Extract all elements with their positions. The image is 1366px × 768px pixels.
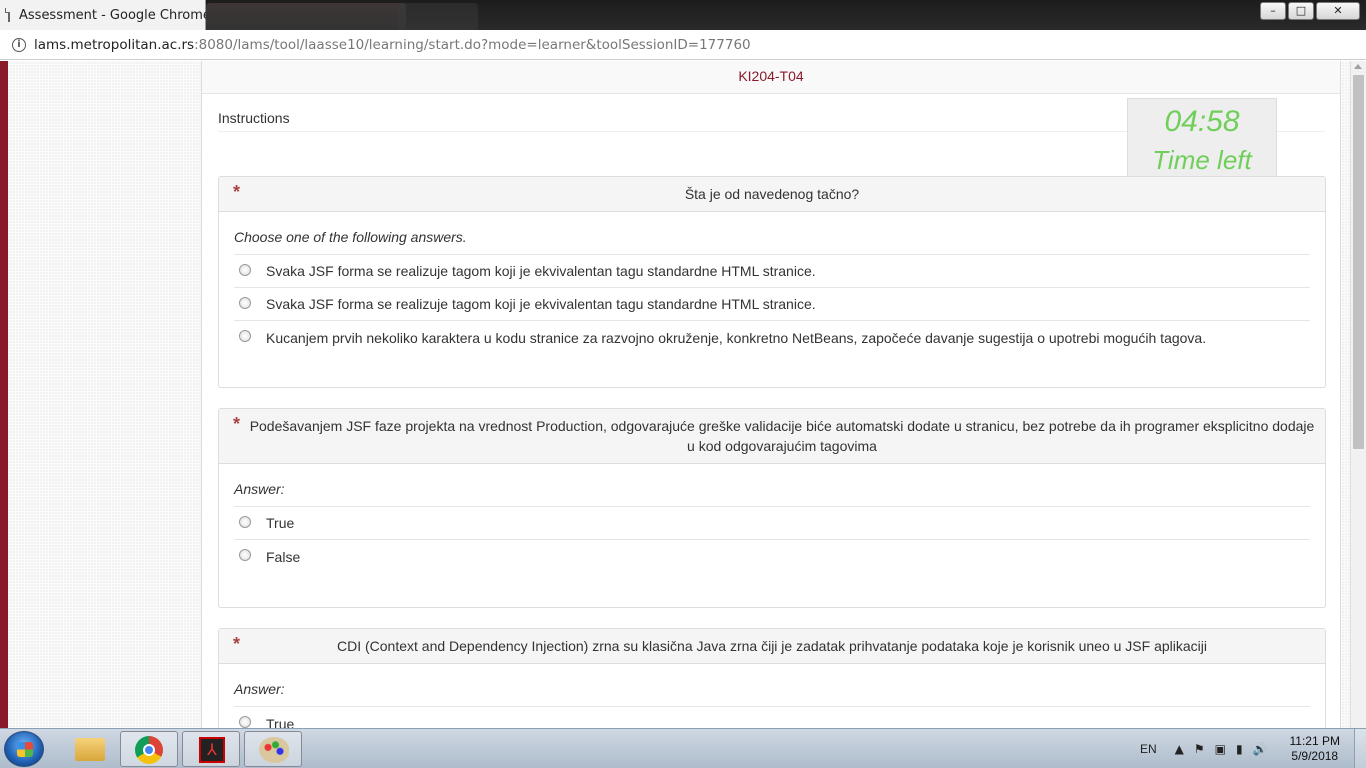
- question-card-2: * Podešavanjem JSF faze projekta na vred…: [218, 408, 1326, 608]
- system-clock[interactable]: 11:21 PM 5/9/2018: [1290, 734, 1340, 764]
- answer-option-true[interactable]: True: [234, 707, 1310, 728]
- window-controls: – □ ✕: [1260, 2, 1360, 20]
- question-header: * Podešavanjem JSF faze projekta na vred…: [219, 409, 1325, 464]
- radio-button[interactable]: [239, 515, 251, 528]
- question-card-1: * Šta je od navedenog tačno? Choose one …: [218, 176, 1326, 388]
- maximize-button[interactable]: □: [1288, 2, 1314, 20]
- answer-option-false[interactable]: False: [234, 540, 1310, 573]
- question-title: Šta je od navedenog tačno?: [684, 186, 860, 202]
- start-button[interactable]: [4, 731, 44, 767]
- timer-label: Time left: [1152, 145, 1252, 175]
- new-tab-area[interactable]: [398, 3, 478, 30]
- device-icon[interactable]: ▣: [1215, 742, 1226, 756]
- volume-icon[interactable]: 🔊: [1253, 742, 1268, 756]
- answer-option[interactable]: Svaka JSF forma se realizuje tagom koji …: [234, 288, 1310, 321]
- option-label[interactable]: True: [266, 716, 294, 729]
- browser-title-bar: Assessment - Google Chrome – □ ✕: [0, 0, 1366, 30]
- clock-time: 11:21 PM: [1289, 734, 1340, 748]
- question-hint: Choose one of the following answers.: [234, 212, 1310, 255]
- question-body: Answer: True: [219, 664, 1325, 728]
- address-bar[interactable]: i lams.metropolitan.ac.rs:8080/lams/tool…: [0, 30, 1366, 60]
- taskbar-acrobat[interactable]: ⅄: [182, 731, 240, 767]
- url-path: :8080/lams/tool/laasse10/learning/start.…: [194, 36, 751, 53]
- answer-option[interactable]: Kucanjem prvih nekoliko karaktera u kodu…: [234, 321, 1310, 354]
- left-accent-strip: [0, 61, 8, 728]
- network-signal-icon[interactable]: ▮: [1236, 742, 1243, 756]
- question-header: * Šta je od navedenog tačno?: [219, 177, 1325, 212]
- show-hidden-icons-icon[interactable]: ▲: [1175, 742, 1184, 756]
- radio-button[interactable]: [239, 263, 251, 276]
- option-label[interactable]: False: [266, 549, 300, 565]
- scroll-up-arrow-icon[interactable]: [1354, 64, 1362, 69]
- option-label[interactable]: Svaka JSF forma se realizuje tagom koji …: [266, 296, 816, 312]
- question-hint: Answer:: [234, 464, 1310, 507]
- question-hint: Answer:: [234, 664, 1310, 707]
- radio-button[interactable]: [239, 549, 251, 561]
- info-icon[interactable]: i: [12, 37, 26, 52]
- radio-button[interactable]: [239, 296, 251, 309]
- radio-button[interactable]: [239, 716, 251, 728]
- required-asterisk: *: [233, 634, 241, 654]
- scrollbar-thumb[interactable]: [1353, 75, 1364, 449]
- question-body: Choose one of the following answers. Sva…: [219, 212, 1325, 354]
- question-header: * CDI (Context and Dependency Injection)…: [219, 629, 1325, 664]
- question-title: Podešavanjem JSF faze projekta na vredno…: [249, 418, 1315, 454]
- option-label[interactable]: Kucanjem prvih nekoliko karaktera u kodu…: [266, 330, 1206, 346]
- minimize-button[interactable]: –: [1260, 2, 1286, 20]
- tab-title: Assessment - Google Chrome: [19, 7, 211, 23]
- page-title: KI204-T04: [202, 61, 1340, 94]
- vertical-scrollbar[interactable]: [1350, 61, 1366, 728]
- url-text[interactable]: lams.metropolitan.ac.rs:8080/lams/tool/l…: [34, 37, 751, 53]
- windows-taskbar: ⅄ EN ▲ ⚑ ▣ ▮ 🔊 11:21 PM 5/9/2018: [0, 728, 1366, 768]
- folder-icon: [75, 738, 105, 761]
- option-label[interactable]: True: [266, 515, 294, 531]
- document-icon: [5, 8, 10, 22]
- question-card-3: * CDI (Context and Dependency Injection)…: [218, 628, 1326, 728]
- taskbar-explorer[interactable]: [60, 731, 118, 767]
- answer-option-true[interactable]: True: [234, 507, 1310, 540]
- answer-option[interactable]: Svaka JSF forma se realizuje tagom koji …: [234, 255, 1310, 288]
- acrobat-icon: ⅄: [199, 737, 225, 763]
- page-viewport: KI204-T04 Instructions 04:58 Time left *…: [0, 61, 1366, 728]
- chrome-icon: [135, 736, 163, 764]
- option-label[interactable]: Svaka JSF forma se realizuje tagom koji …: [266, 263, 816, 279]
- question-title: CDI (Context and Dependency Injection) z…: [336, 638, 1207, 654]
- url-host: lams.metropolitan.ac.rs: [34, 36, 195, 53]
- action-center-flag-icon[interactable]: ⚑: [1194, 742, 1205, 756]
- browser-tab-active[interactable]: Assessment - Google Chrome: [0, 0, 211, 30]
- taskbar-chrome[interactable]: [120, 731, 178, 767]
- radio-button[interactable]: [239, 330, 251, 342]
- question-body: Answer: True False: [219, 464, 1325, 573]
- system-tray: EN ▲ ⚑ ▣ ▮ 🔊 11:21 PM 5/9/2018: [1140, 729, 1366, 768]
- required-asterisk: *: [233, 182, 241, 202]
- clock-date: 5/9/2018: [1291, 749, 1339, 763]
- required-asterisk: *: [233, 414, 241, 434]
- language-indicator[interactable]: EN: [1140, 742, 1157, 756]
- timer-time: 04:58: [1164, 105, 1240, 138]
- paint-palette-icon: [259, 737, 289, 763]
- close-button[interactable]: ✕: [1316, 2, 1360, 20]
- assessment-panel: KI204-T04 Instructions 04:58 Time left *…: [201, 61, 1341, 728]
- taskbar-paint[interactable]: [244, 731, 302, 767]
- browser-tab-inactive[interactable]: [206, 3, 406, 30]
- show-desktop-button[interactable]: [1354, 729, 1366, 768]
